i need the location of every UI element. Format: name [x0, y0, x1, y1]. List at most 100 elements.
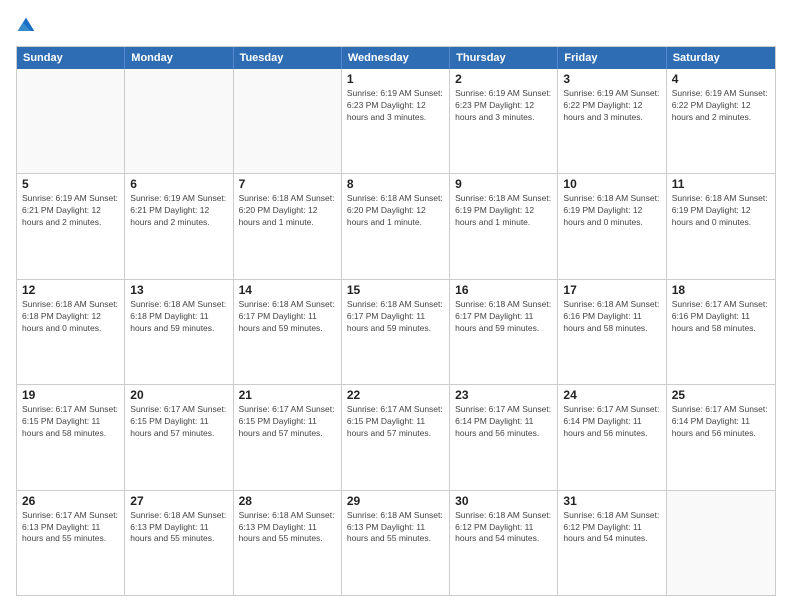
cell-info: Sunrise: 6:18 AM Sunset: 6:18 PM Dayligh…	[22, 299, 119, 335]
calendar-cell: 10 Sunrise: 6:18 AM Sunset: 6:19 PM Dayli…	[558, 174, 666, 278]
day-number: 3	[563, 72, 660, 86]
day-number: 9	[455, 177, 552, 191]
calendar-cell: 23 Sunrise: 6:17 AM Sunset: 6:14 PM Dayli…	[450, 385, 558, 489]
calendar-cell: 16 Sunrise: 6:18 AM Sunset: 6:17 PM Dayli…	[450, 280, 558, 384]
day-number: 6	[130, 177, 227, 191]
cell-info: Sunrise: 6:19 AM Sunset: 6:23 PM Dayligh…	[455, 88, 552, 124]
calendar-cell: 20Sunrise: 6:17 AM Sunset: 6:15 PM Dayli…	[125, 385, 233, 489]
calendar-cell: 17 Sunrise: 6:18 AM Sunset: 6:16 PM Dayli…	[558, 280, 666, 384]
day-number: 14	[239, 283, 336, 297]
day-number: 12	[22, 283, 119, 297]
calendar-cell: 29 Sunrise: 6:18 AM Sunset: 6:13 PM Dayli…	[342, 491, 450, 595]
day-number: 27	[130, 494, 227, 508]
calendar-cell: 25Sunrise: 6:17 AM Sunset: 6:14 PM Dayli…	[667, 385, 775, 489]
day-number: 23	[455, 388, 552, 402]
calendar-body: 1 Sunrise: 6:19 AM Sunset: 6:23 PM Daylig…	[17, 69, 775, 595]
day-number: 18	[672, 283, 770, 297]
cell-info: Sunrise: 6:18 AM Sunset: 6:17 PM Dayligh…	[347, 299, 444, 335]
calendar-cell: 11Sunrise: 6:18 AM Sunset: 6:19 PM Dayli…	[667, 174, 775, 278]
cell-info: Sunrise: 6:18 AM Sunset: 6:19 PM Dayligh…	[455, 193, 552, 229]
cell-info: Sunrise: 6:17 AM Sunset: 6:14 PM Dayligh…	[563, 404, 660, 440]
cell-info: Sunrise: 6:19 AM Sunset: 6:21 PM Dayligh…	[22, 193, 119, 229]
cell-info: Sunrise: 6:17 AM Sunset: 6:15 PM Dayligh…	[347, 404, 444, 440]
cell-info: Sunrise: 6:18 AM Sunset: 6:13 PM Dayligh…	[130, 510, 227, 546]
cell-info: Sunrise: 6:18 AM Sunset: 6:13 PM Dayligh…	[347, 510, 444, 546]
cell-info: Sunrise: 6:17 AM Sunset: 6:13 PM Dayligh…	[22, 510, 119, 546]
calendar-cell: 28 Sunrise: 6:18 AM Sunset: 6:13 PM Dayli…	[234, 491, 342, 595]
day-number: 16	[455, 283, 552, 297]
page: SundayMondayTuesdayWednesdayThursdayFrid…	[0, 0, 792, 612]
calendar-cell: 24Sunrise: 6:17 AM Sunset: 6:14 PM Dayli…	[558, 385, 666, 489]
cell-info: Sunrise: 6:18 AM Sunset: 6:13 PM Dayligh…	[239, 510, 336, 546]
calendar-row: 1 Sunrise: 6:19 AM Sunset: 6:23 PM Daylig…	[17, 69, 775, 173]
calendar-cell	[234, 69, 342, 173]
calendar-cell: 14 Sunrise: 6:18 AM Sunset: 6:17 PM Dayli…	[234, 280, 342, 384]
day-number: 11	[672, 177, 770, 191]
day-number: 4	[672, 72, 770, 86]
calendar-cell	[125, 69, 233, 173]
cell-info: Sunrise: 6:18 AM Sunset: 6:20 PM Dayligh…	[347, 193, 444, 229]
day-number: 2	[455, 72, 552, 86]
weekday-header: Thursday	[450, 47, 558, 69]
day-number: 22	[347, 388, 444, 402]
calendar-cell	[667, 491, 775, 595]
calendar-cell: 18Sunrise: 6:17 AM Sunset: 6:16 PM Dayli…	[667, 280, 775, 384]
calendar-cell: 22 Sunrise: 6:17 AM Sunset: 6:15 PM Dayli…	[342, 385, 450, 489]
cell-info: Sunrise: 6:18 AM Sunset: 6:12 PM Dayligh…	[455, 510, 552, 546]
cell-info: Sunrise: 6:18 AM Sunset: 6:17 PM Dayligh…	[239, 299, 336, 335]
cell-info: Sunrise: 6:19 AM Sunset: 6:21 PM Dayligh…	[130, 193, 227, 229]
calendar-cell: 3 Sunrise: 6:19 AM Sunset: 6:22 PM Daylig…	[558, 69, 666, 173]
day-number: 17	[563, 283, 660, 297]
cell-info: Sunrise: 6:17 AM Sunset: 6:14 PM Dayligh…	[455, 404, 552, 440]
calendar-cell: 13Sunrise: 6:18 AM Sunset: 6:18 PM Dayli…	[125, 280, 233, 384]
logo	[16, 16, 40, 36]
logo-icon	[16, 16, 36, 36]
weekday-header: Wednesday	[342, 47, 450, 69]
day-number: 25	[672, 388, 770, 402]
cell-info: Sunrise: 6:18 AM Sunset: 6:20 PM Dayligh…	[239, 193, 336, 229]
cell-info: Sunrise: 6:18 AM Sunset: 6:17 PM Dayligh…	[455, 299, 552, 335]
calendar-cell: 8Sunrise: 6:18 AM Sunset: 6:20 PM Daylig…	[342, 174, 450, 278]
calendar-cell: 27 Sunrise: 6:18 AM Sunset: 6:13 PM Dayli…	[125, 491, 233, 595]
calendar-cell: 6 Sunrise: 6:19 AM Sunset: 6:21 PM Daylig…	[125, 174, 233, 278]
cell-info: Sunrise: 6:19 AM Sunset: 6:22 PM Dayligh…	[563, 88, 660, 124]
day-number: 10	[563, 177, 660, 191]
calendar-row: 26 Sunrise: 6:17 AM Sunset: 6:13 PM Dayli…	[17, 490, 775, 595]
weekday-header: Friday	[558, 47, 666, 69]
header	[16, 16, 776, 36]
calendar: SundayMondayTuesdayWednesdayThursdayFrid…	[16, 46, 776, 596]
day-number: 1	[347, 72, 444, 86]
day-number: 31	[563, 494, 660, 508]
weekday-header: Monday	[125, 47, 233, 69]
day-number: 7	[239, 177, 336, 191]
calendar-cell: 1Sunrise: 6:19 AM Sunset: 6:23 PM Daylig…	[342, 69, 450, 173]
calendar-cell: 5Sunrise: 6:19 AM Sunset: 6:21 PM Daylig…	[17, 174, 125, 278]
cell-info: Sunrise: 6:17 AM Sunset: 6:15 PM Dayligh…	[22, 404, 119, 440]
calendar-cell: 12 Sunrise: 6:18 AM Sunset: 6:18 PM Dayli…	[17, 280, 125, 384]
cell-info: Sunrise: 6:19 AM Sunset: 6:22 PM Dayligh…	[672, 88, 770, 124]
calendar-cell: 31Sunrise: 6:18 AM Sunset: 6:12 PM Dayli…	[558, 491, 666, 595]
cell-info: Sunrise: 6:17 AM Sunset: 6:15 PM Dayligh…	[130, 404, 227, 440]
calendar-cell	[17, 69, 125, 173]
cell-info: Sunrise: 6:18 AM Sunset: 6:16 PM Dayligh…	[563, 299, 660, 335]
calendar-cell: 26 Sunrise: 6:17 AM Sunset: 6:13 PM Dayli…	[17, 491, 125, 595]
calendar-cell: 9 Sunrise: 6:18 AM Sunset: 6:19 PM Daylig…	[450, 174, 558, 278]
cell-info: Sunrise: 6:18 AM Sunset: 6:18 PM Dayligh…	[130, 299, 227, 335]
calendar-cell: 2 Sunrise: 6:19 AM Sunset: 6:23 PM Daylig…	[450, 69, 558, 173]
day-number: 29	[347, 494, 444, 508]
cell-info: Sunrise: 6:18 AM Sunset: 6:19 PM Dayligh…	[563, 193, 660, 229]
day-number: 30	[455, 494, 552, 508]
day-number: 26	[22, 494, 119, 508]
day-number: 28	[239, 494, 336, 508]
calendar-cell: 21 Sunrise: 6:17 AM Sunset: 6:15 PM Dayli…	[234, 385, 342, 489]
weekday-header: Sunday	[17, 47, 125, 69]
day-number: 15	[347, 283, 444, 297]
cell-info: Sunrise: 6:17 AM Sunset: 6:15 PM Dayligh…	[239, 404, 336, 440]
weekday-header: Tuesday	[234, 47, 342, 69]
calendar-cell: 4 Sunrise: 6:19 AM Sunset: 6:22 PM Daylig…	[667, 69, 775, 173]
weekday-header: Saturday	[667, 47, 775, 69]
calendar-row: 19 Sunrise: 6:17 AM Sunset: 6:15 PM Dayli…	[17, 384, 775, 489]
day-number: 19	[22, 388, 119, 402]
day-number: 21	[239, 388, 336, 402]
calendar-cell: 19 Sunrise: 6:17 AM Sunset: 6:15 PM Dayli…	[17, 385, 125, 489]
